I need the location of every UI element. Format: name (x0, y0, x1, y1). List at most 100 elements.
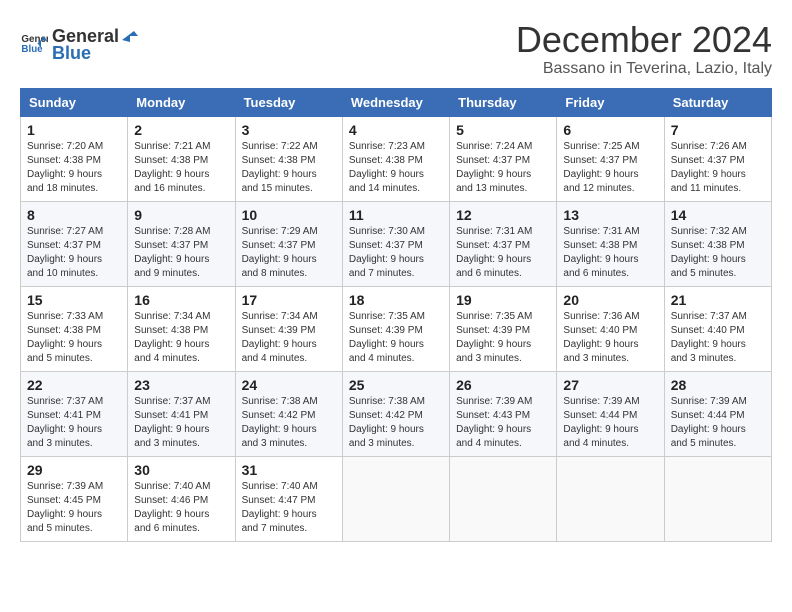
cell-info: Sunrise: 7:38 AMSunset: 4:42 PMDaylight:… (349, 395, 443, 451)
logo: General Blue General Blue (20, 20, 139, 64)
calendar-cell: 20 Sunrise: 7:36 AMSunset: 4:40 PMDayligh… (557, 286, 664, 371)
cell-info: Sunrise: 7:25 AMSunset: 4:37 PMDaylight:… (563, 140, 657, 196)
weekday-header-thursday: Thursday (450, 88, 557, 116)
day-number: 11 (349, 207, 443, 223)
day-number: 14 (671, 207, 765, 223)
weekday-header-sunday: Sunday (21, 88, 128, 116)
weekday-header-monday: Monday (128, 88, 235, 116)
day-number: 5 (456, 122, 550, 138)
cell-info: Sunrise: 7:39 AMSunset: 4:44 PMDaylight:… (671, 395, 765, 451)
calendar-cell: 4 Sunrise: 7:23 AMSunset: 4:38 PMDaylight… (342, 116, 449, 201)
cell-info: Sunrise: 7:36 AMSunset: 4:40 PMDaylight:… (563, 310, 657, 366)
day-number: 1 (27, 122, 121, 138)
calendar-cell: 2 Sunrise: 7:21 AMSunset: 4:38 PMDaylight… (128, 116, 235, 201)
day-number: 12 (456, 207, 550, 223)
cell-info: Sunrise: 7:38 AMSunset: 4:42 PMDaylight:… (242, 395, 336, 451)
calendar-cell: 23 Sunrise: 7:37 AMSunset: 4:41 PMDayligh… (128, 371, 235, 456)
calendar-cell: 1 Sunrise: 7:20 AMSunset: 4:38 PMDaylight… (21, 116, 128, 201)
day-number: 10 (242, 207, 336, 223)
calendar-cell: 7Sunrise: 7:26 AMSunset: 4:37 PMDaylight… (664, 116, 771, 201)
cell-info: Sunrise: 7:33 AMSunset: 4:38 PMDaylight:… (27, 310, 121, 366)
week-row-5: 29 Sunrise: 7:39 AMSunset: 4:45 PMDayligh… (21, 456, 772, 541)
day-number: 20 (563, 292, 657, 308)
weekday-header-wednesday: Wednesday (342, 88, 449, 116)
calendar-cell: 21Sunrise: 7:37 AMSunset: 4:40 PMDayligh… (664, 286, 771, 371)
logo-arrow-icon (120, 20, 138, 42)
cell-info: Sunrise: 7:39 AMSunset: 4:45 PMDaylight:… (27, 480, 121, 536)
calendar-cell (450, 456, 557, 541)
cell-info: Sunrise: 7:39 AMSunset: 4:44 PMDaylight:… (563, 395, 657, 451)
calendar-cell: 27 Sunrise: 7:39 AMSunset: 4:44 PMDayligh… (557, 371, 664, 456)
cell-info: Sunrise: 7:35 AMSunset: 4:39 PMDaylight:… (349, 310, 443, 366)
location-title: Bassano in Teverina, Lazio, Italy (516, 60, 772, 78)
calendar-cell (557, 456, 664, 541)
week-row-2: 8Sunrise: 7:27 AMSunset: 4:37 PMDaylight… (21, 201, 772, 286)
cell-info: Sunrise: 7:39 AMSunset: 4:43 PMDaylight:… (456, 395, 550, 451)
week-row-3: 15Sunrise: 7:33 AMSunset: 4:38 PMDayligh… (21, 286, 772, 371)
day-number: 18 (349, 292, 443, 308)
cell-info: Sunrise: 7:26 AMSunset: 4:37 PMDaylight:… (671, 140, 765, 196)
calendar-cell: 11 Sunrise: 7:30 AMSunset: 4:37 PMDayligh… (342, 201, 449, 286)
calendar-cell: 3Sunrise: 7:22 AMSunset: 4:38 PMDaylight… (235, 116, 342, 201)
calendar-cell: 12 Sunrise: 7:31 AMSunset: 4:37 PMDayligh… (450, 201, 557, 286)
day-number: 31 (242, 462, 336, 478)
calendar-cell: 6 Sunrise: 7:25 AMSunset: 4:37 PMDaylight… (557, 116, 664, 201)
calendar-cell (664, 456, 771, 541)
day-number: 17 (242, 292, 336, 308)
calendar-cell: 8Sunrise: 7:27 AMSunset: 4:37 PMDaylight… (21, 201, 128, 286)
weekday-header-saturday: Saturday (664, 88, 771, 116)
weekday-header-tuesday: Tuesday (235, 88, 342, 116)
calendar-cell: 19 Sunrise: 7:35 AMSunset: 4:39 PMDayligh… (450, 286, 557, 371)
day-number: 9 (134, 207, 228, 223)
calendar-cell: 31Sunrise: 7:40 AMSunset: 4:47 PMDayligh… (235, 456, 342, 541)
cell-info: Sunrise: 7:37 AMSunset: 4:41 PMDaylight:… (27, 395, 121, 451)
cell-info: Sunrise: 7:34 AMSunset: 4:38 PMDaylight:… (134, 310, 228, 366)
cell-info: Sunrise: 7:21 AMSunset: 4:38 PMDaylight:… (134, 140, 228, 196)
calendar-cell: 5Sunrise: 7:24 AMSunset: 4:37 PMDaylight… (450, 116, 557, 201)
day-number: 29 (27, 462, 121, 478)
day-number: 23 (134, 377, 228, 393)
cell-info: Sunrise: 7:30 AMSunset: 4:37 PMDaylight:… (349, 225, 443, 281)
page-header: General Blue General Blue December 2024 … (20, 20, 772, 78)
calendar-cell: 14 Sunrise: 7:32 AMSunset: 4:38 PMDayligh… (664, 201, 771, 286)
cell-info: Sunrise: 7:40 AMSunset: 4:46 PMDaylight:… (134, 480, 228, 536)
day-number: 19 (456, 292, 550, 308)
cell-info: Sunrise: 7:32 AMSunset: 4:38 PMDaylight:… (671, 225, 765, 281)
weekday-header-friday: Friday (557, 88, 664, 116)
week-row-4: 22 Sunrise: 7:37 AMSunset: 4:41 PMDayligh… (21, 371, 772, 456)
day-number: 4 (349, 122, 443, 138)
cell-info: Sunrise: 7:28 AMSunset: 4:37 PMDaylight:… (134, 225, 228, 281)
cell-info: Sunrise: 7:35 AMSunset: 4:39 PMDaylight:… (456, 310, 550, 366)
logo-icon: General Blue (20, 28, 48, 56)
month-title: December 2024 (516, 20, 772, 60)
day-number: 25 (349, 377, 443, 393)
cell-info: Sunrise: 7:31 AMSunset: 4:38 PMDaylight:… (563, 225, 657, 281)
calendar-cell: 22 Sunrise: 7:37 AMSunset: 4:41 PMDayligh… (21, 371, 128, 456)
week-row-1: 1 Sunrise: 7:20 AMSunset: 4:38 PMDaylight… (21, 116, 772, 201)
calendar-cell: 16 Sunrise: 7:34 AMSunset: 4:38 PMDayligh… (128, 286, 235, 371)
cell-info: Sunrise: 7:20 AMSunset: 4:38 PMDaylight:… (27, 140, 121, 196)
weekday-header-row: SundayMondayTuesdayWednesdayThursdayFrid… (21, 88, 772, 116)
cell-info: Sunrise: 7:31 AMSunset: 4:37 PMDaylight:… (456, 225, 550, 281)
day-number: 8 (27, 207, 121, 223)
day-number: 6 (563, 122, 657, 138)
cell-info: Sunrise: 7:23 AMSunset: 4:38 PMDaylight:… (349, 140, 443, 196)
calendar-cell: 15Sunrise: 7:33 AMSunset: 4:38 PMDayligh… (21, 286, 128, 371)
calendar-cell: 13Sunrise: 7:31 AMSunset: 4:38 PMDayligh… (557, 201, 664, 286)
day-number: 2 (134, 122, 228, 138)
day-number: 28 (671, 377, 765, 393)
day-number: 24 (242, 377, 336, 393)
calendar-cell: 24 Sunrise: 7:38 AMSunset: 4:42 PMDayligh… (235, 371, 342, 456)
cell-info: Sunrise: 7:29 AMSunset: 4:37 PMDaylight:… (242, 225, 336, 281)
day-number: 22 (27, 377, 121, 393)
cell-info: Sunrise: 7:37 AMSunset: 4:41 PMDaylight:… (134, 395, 228, 451)
calendar-cell: 28 Sunrise: 7:39 AMSunset: 4:44 PMDayligh… (664, 371, 771, 456)
day-number: 27 (563, 377, 657, 393)
calendar-cell: 30 Sunrise: 7:40 AMSunset: 4:46 PMDayligh… (128, 456, 235, 541)
day-number: 16 (134, 292, 228, 308)
calendar-cell: 29 Sunrise: 7:39 AMSunset: 4:45 PMDayligh… (21, 456, 128, 541)
svg-text:Blue: Blue (21, 44, 43, 55)
calendar-table: SundayMondayTuesdayWednesdayThursdayFrid… (20, 88, 772, 542)
calendar-cell: 26Sunrise: 7:39 AMSunset: 4:43 PMDayligh… (450, 371, 557, 456)
day-number: 30 (134, 462, 228, 478)
